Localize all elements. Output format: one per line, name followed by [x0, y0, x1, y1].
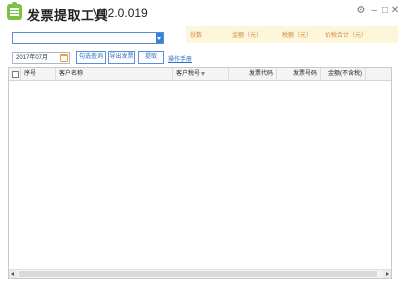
summary-tax-label: 税额（元）: [282, 33, 313, 39]
title-bar: 发票提取工具 V02.0.019 ⚙ – □ ✕: [0, 0, 400, 24]
summary-total-label: 价税合计（元）: [325, 33, 368, 39]
scroll-right-icon[interactable]: [383, 270, 391, 278]
column-header-invoice-code[interactable]: 发票代码: [229, 68, 277, 81]
calendar-icon[interactable]: [60, 54, 68, 62]
app-logo-icon: [7, 2, 22, 20]
table-header: 序号 客户名称 客户税号 发票代码 发票号码 金额(不含税): [9, 68, 391, 81]
column-header-customer-tax-id[interactable]: 客户税号: [173, 68, 229, 81]
summary-count-label: 份数: [190, 33, 203, 39]
scroll-left-icon[interactable]: [9, 270, 17, 278]
month-picker[interactable]: 2017年07月: [12, 52, 70, 64]
column-header-invoice-number[interactable]: 发票号码: [277, 68, 321, 81]
query-button[interactable]: 勾选查询: [76, 51, 106, 64]
gear-icon[interactable]: ⚙: [355, 5, 367, 17]
invoice-table: 序号 客户名称 客户税号 发票代码 发票号码 金额(不含税): [8, 67, 392, 279]
column-header-customer-tax-id-label: 客户税号: [176, 71, 201, 77]
month-picker-value: 2017年07月: [16, 55, 49, 61]
column-header-seq[interactable]: 序号: [21, 68, 56, 81]
filter-icon[interactable]: [201, 72, 205, 76]
export-button[interactable]: 导出发票: [108, 51, 135, 64]
summary-bar: 份数 金额（元） 税额（元） 价税合计（元）: [186, 26, 398, 43]
app-version: V02.0.019: [93, 6, 148, 20]
close-icon[interactable]: ✕: [389, 5, 400, 17]
scrollbar-thumb[interactable]: [19, 271, 377, 277]
horizontal-scrollbar[interactable]: [9, 269, 391, 278]
column-header-customer-name[interactable]: 客户名称: [56, 68, 173, 81]
extract-button[interactable]: 提取: [138, 51, 164, 64]
manual-link[interactable]: 操作手册: [168, 54, 192, 63]
select-all-checkbox[interactable]: [12, 71, 19, 78]
summary-amount-label: 金额（元）: [232, 33, 263, 39]
column-header-amount[interactable]: 金额(不含税): [321, 68, 366, 81]
company-select[interactable]: [12, 32, 164, 44]
chevron-down-icon[interactable]: [156, 33, 163, 43]
select-all-column: [9, 68, 21, 81]
